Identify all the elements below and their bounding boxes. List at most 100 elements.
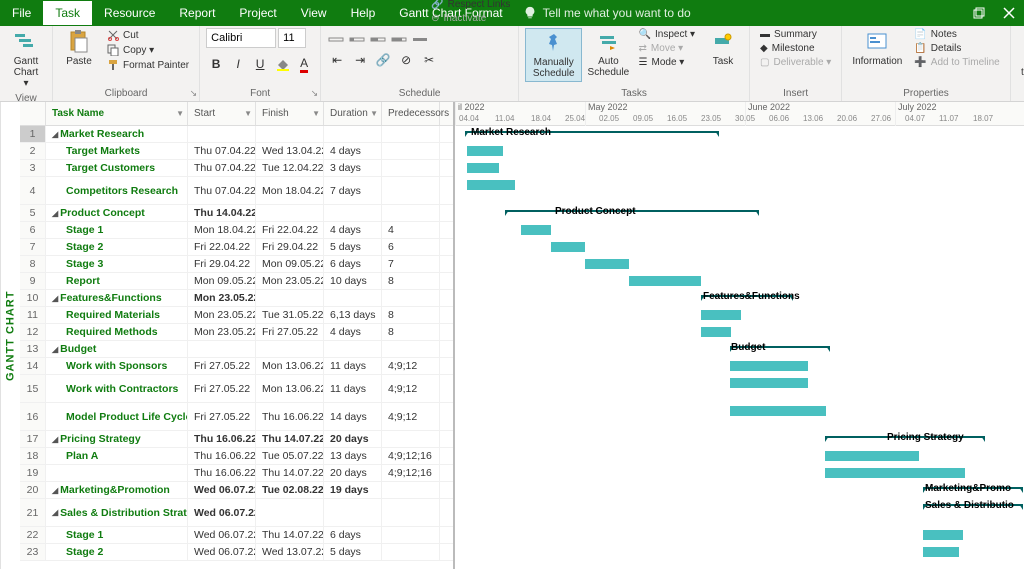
cell-finish[interactable] bbox=[256, 499, 324, 526]
gantt-row[interactable]: Features&Functions bbox=[455, 290, 1024, 307]
table-row[interactable]: 5◢Product ConceptThu 14.04.22 bbox=[20, 205, 453, 222]
cell-finish[interactable]: Fri 27.05.22 bbox=[256, 324, 324, 340]
cell-finish[interactable]: Mon 13.06.22 bbox=[256, 375, 324, 402]
font-color-button[interactable]: A bbox=[294, 54, 314, 74]
table-row[interactable]: 9ReportMon 09.05.22Mon 23.05.2210 days8 bbox=[20, 273, 453, 290]
col-header-start[interactable]: Start▼ bbox=[188, 102, 256, 125]
cell-task-name[interactable]: Model Product Life Cycle bbox=[46, 403, 188, 430]
gantt-row[interactable] bbox=[455, 222, 1024, 239]
pct-50-button[interactable] bbox=[369, 28, 387, 44]
cell-task-name[interactable]: Work with Sponsors bbox=[46, 358, 188, 374]
table-row[interactable]: 20◢Marketing&PromotionWed 06.07.22Tue 02… bbox=[20, 482, 453, 499]
move-button[interactable]: ⇄Move ▾ bbox=[635, 42, 700, 55]
row-number[interactable]: 14 bbox=[20, 358, 46, 374]
cell-duration[interactable]: 13 days bbox=[324, 448, 382, 464]
cell-predecessors[interactable]: 8 bbox=[382, 273, 440, 289]
cell-predecessors[interactable] bbox=[382, 126, 440, 142]
gantt-chart-area[interactable]: il 2022May 2022June 2022July 202204.0411… bbox=[455, 102, 1024, 569]
cell-finish[interactable]: Tue 05.07.22 bbox=[256, 448, 324, 464]
table-row[interactable]: 3Target CustomersThu 07.04.22Tue 12.04.2… bbox=[20, 160, 453, 177]
cut-button[interactable]: Cut bbox=[103, 28, 193, 42]
cell-task-name[interactable]: ◢Market Research bbox=[46, 126, 188, 142]
task-bar[interactable] bbox=[701, 310, 741, 320]
cell-duration[interactable]: 20 days bbox=[324, 465, 382, 481]
paste-button[interactable]: Paste bbox=[59, 28, 99, 69]
cell-predecessors[interactable] bbox=[382, 544, 440, 560]
row-number[interactable]: 11 bbox=[20, 307, 46, 323]
cell-predecessors[interactable] bbox=[382, 160, 440, 176]
gantt-row[interactable] bbox=[455, 403, 1024, 431]
gantt-row[interactable] bbox=[455, 256, 1024, 273]
tell-me-search[interactable]: Tell me what you want to do bbox=[523, 6, 691, 20]
task-bar[interactable] bbox=[730, 406, 826, 416]
font-size-select[interactable] bbox=[278, 28, 306, 48]
cell-start[interactable]: Thu 07.04.22 bbox=[188, 177, 256, 204]
cell-predecessors[interactable] bbox=[382, 431, 440, 447]
task-bar[interactable] bbox=[467, 146, 503, 156]
cell-start[interactable]: Thu 14.04.22 bbox=[188, 205, 256, 221]
cell-duration[interactable] bbox=[324, 290, 382, 306]
gantt-row[interactable]: Sales & Distributio bbox=[455, 499, 1024, 527]
cell-duration[interactable]: 4 days bbox=[324, 143, 382, 159]
cell-task-name[interactable]: Required Materials bbox=[46, 307, 188, 323]
row-number[interactable]: 18 bbox=[20, 448, 46, 464]
cell-start[interactable]: Fri 29.04.22 bbox=[188, 256, 256, 272]
cell-finish[interactable] bbox=[256, 126, 324, 142]
table-row[interactable]: 10◢Features&FunctionsMon 23.05.22 bbox=[20, 290, 453, 307]
cell-duration[interactable]: 4 days bbox=[324, 324, 382, 340]
outdent-button[interactable]: ⇤ bbox=[327, 50, 347, 70]
gantt-chart-button[interactable]: Gantt Chart ▾ bbox=[6, 28, 46, 91]
pct-0-button[interactable] bbox=[327, 28, 345, 44]
task-bar[interactable] bbox=[923, 530, 963, 540]
task-bar[interactable] bbox=[521, 225, 551, 235]
window-restore-button[interactable] bbox=[964, 0, 994, 26]
dropdown-icon[interactable]: ▼ bbox=[312, 109, 320, 118]
respect-links-button[interactable]: 🔗Respect Links bbox=[427, 0, 519, 11]
row-number[interactable]: 6 bbox=[20, 222, 46, 238]
task-bar[interactable] bbox=[923, 547, 959, 557]
cell-task-name[interactable]: ◢Pricing Strategy bbox=[46, 431, 188, 447]
cell-duration[interactable]: 6 days bbox=[324, 256, 382, 272]
table-row[interactable]: 6Stage 1Mon 18.04.22Fri 22.04.224 days4 bbox=[20, 222, 453, 239]
pct-25-button[interactable] bbox=[348, 28, 366, 44]
cell-start[interactable]: Mon 23.05.22 bbox=[188, 307, 256, 323]
task-bar[interactable] bbox=[825, 451, 919, 461]
dropdown-icon[interactable]: ▼ bbox=[176, 109, 184, 118]
gantt-row[interactable]: Market Research bbox=[455, 126, 1024, 143]
notes-button[interactable]: 📄Notes bbox=[910, 28, 1003, 41]
task-bar[interactable] bbox=[585, 259, 629, 269]
cell-duration[interactable]: 5 days bbox=[324, 544, 382, 560]
table-row[interactable]: 1◢Market Research bbox=[20, 126, 453, 143]
cell-duration[interactable]: 19 days bbox=[324, 482, 382, 498]
cell-finish[interactable]: Wed 13.04.22 bbox=[256, 143, 324, 159]
pct-75-button[interactable] bbox=[390, 28, 408, 44]
row-number[interactable]: 15 bbox=[20, 375, 46, 402]
cell-finish[interactable]: Wed 13.07.22 bbox=[256, 544, 324, 560]
task-bar[interactable] bbox=[467, 180, 515, 190]
cell-predecessors[interactable] bbox=[382, 143, 440, 159]
task-bar[interactable] bbox=[467, 163, 499, 173]
table-row[interactable]: 23Stage 2Wed 06.07.22Wed 13.07.225 days bbox=[20, 544, 453, 561]
cell-finish[interactable]: Fri 29.04.22 bbox=[256, 239, 324, 255]
cell-task-name[interactable]: Stage 1 bbox=[46, 222, 188, 238]
add-to-timeline-button[interactable]: ➕Add to Timeline bbox=[910, 56, 1003, 69]
cell-duration[interactable]: 10 days bbox=[324, 273, 382, 289]
cell-predecessors[interactable]: 4;9;12;16 bbox=[382, 465, 440, 481]
cell-predecessors[interactable] bbox=[382, 499, 440, 526]
cell-finish[interactable]: Thu 14.07.22 bbox=[256, 527, 324, 543]
cell-duration[interactable]: 14 days bbox=[324, 403, 382, 430]
row-number[interactable]: 5 bbox=[20, 205, 46, 221]
deliverable-button[interactable]: ▢Deliverable ▾ bbox=[756, 56, 835, 69]
cell-finish[interactable]: Thu 16.06.22 bbox=[256, 403, 324, 430]
table-row[interactable]: 7Stage 2Fri 22.04.22Fri 29.04.225 days6 bbox=[20, 239, 453, 256]
gantt-row[interactable]: Pricing Strategy bbox=[455, 431, 1024, 448]
bold-button[interactable]: B bbox=[206, 54, 226, 74]
row-number[interactable]: 16 bbox=[20, 403, 46, 430]
cell-finish[interactable]: Mon 18.04.22 bbox=[256, 177, 324, 204]
table-row[interactable]: 17◢Pricing StrategyThu 16.06.22Thu 14.07… bbox=[20, 431, 453, 448]
details-button[interactable]: 📋Details bbox=[910, 42, 1003, 55]
cell-task-name[interactable]: Stage 1 bbox=[46, 527, 188, 543]
gantt-row[interactable] bbox=[455, 375, 1024, 403]
task-bar[interactable] bbox=[730, 378, 808, 388]
cell-predecessors[interactable]: 4;9;12 bbox=[382, 358, 440, 374]
